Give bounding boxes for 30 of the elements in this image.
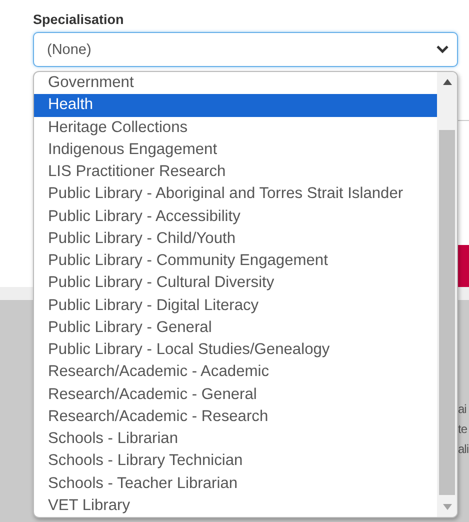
text-fragment: ali: [458, 442, 469, 456]
dropdown-option[interactable]: Public Library - Child/Youth: [34, 228, 437, 250]
scroll-down-icon[interactable]: [442, 504, 452, 510]
dropdown-option[interactable]: VET Library: [34, 494, 437, 517]
dropdown-option[interactable]: Government: [34, 72, 437, 94]
dropdown-option[interactable]: Heritage Collections: [34, 116, 437, 139]
dropdown-option[interactable]: Public Library - General: [34, 316, 437, 339]
dropdown-option[interactable]: Indigenous Engagement: [34, 138, 437, 161]
dropdown-option[interactable]: Public Library - Digital Literacy: [34, 294, 437, 317]
dropdown-option[interactable]: LIS Practitioner Research: [34, 161, 437, 184]
dropdown-option[interactable]: Schools - Library Technician: [34, 450, 437, 472]
dropdown-option[interactable]: Research/Academic - General: [34, 384, 437, 406]
dropdown-option[interactable]: Public Library - Cultural Diversity: [34, 272, 437, 294]
dropdown-option[interactable]: Research/Academic - Academic: [34, 361, 437, 384]
chevron-down-icon: [436, 45, 449, 54]
field-label: Specialisation: [33, 11, 125, 29]
text-fragment: te: [458, 422, 468, 436]
dropdown-option[interactable]: Health: [34, 94, 437, 116]
dropdown-option[interactable]: Schools - Teacher Librarian: [34, 472, 437, 495]
dropdown-option[interactable]: Public Library - Aboriginal and Torres Strait Islander: [34, 183, 437, 206]
dropdown-option[interactable]: Schools - Librarian: [34, 428, 437, 450]
scroll-thumb[interactable]: [439, 130, 455, 495]
specialisation-dropdown[interactable]: (None): [33, 32, 458, 67]
dropdown-option[interactable]: Public Library - Accessibility: [34, 206, 437, 228]
dropdown-option[interactable]: Public Library - Community Engagement: [34, 250, 437, 272]
dropdown-option[interactable]: Research/Academic - Research: [34, 406, 437, 428]
scrollbar[interactable]: [437, 72, 457, 517]
text-fragment: ai: [458, 402, 468, 416]
dropdown-option[interactable]: Public Library - Local Studies/Genealogy: [34, 339, 437, 362]
scroll-up-icon[interactable]: [442, 79, 452, 85]
